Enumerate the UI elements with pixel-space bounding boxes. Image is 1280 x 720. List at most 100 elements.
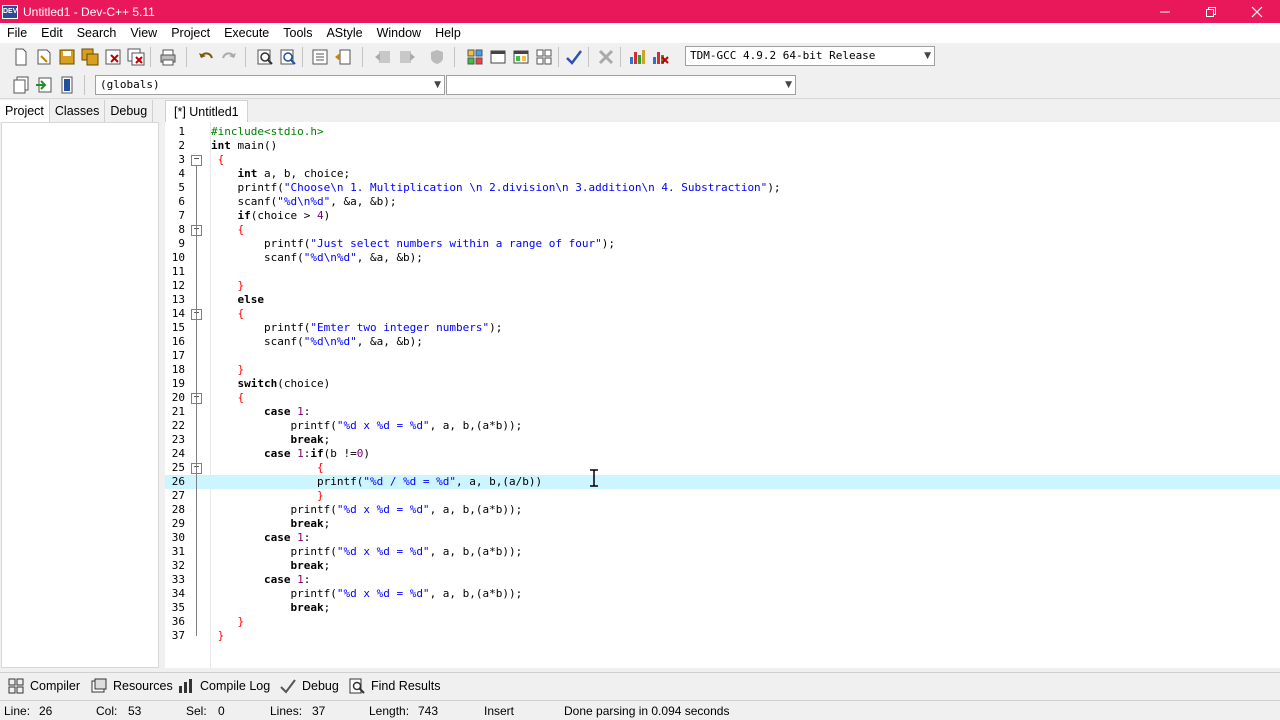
tab-project[interactable]: Project xyxy=(0,100,50,122)
code-line[interactable]: 36 } xyxy=(165,615,1280,629)
scope-select[interactable]: (globals) ▼ xyxy=(95,75,445,95)
code-line[interactable]: 3− { xyxy=(165,153,1280,167)
code-line[interactable]: 26 printf("%d / %d = %d", a, b,(a/b)) xyxy=(165,475,1280,489)
code-line[interactable]: 16 scanf("%d\n%d", &a, &b); xyxy=(165,335,1280,349)
close-button[interactable] xyxy=(1234,0,1280,23)
restore-button[interactable] xyxy=(1188,0,1234,23)
code-line[interactable]: 18 } xyxy=(165,363,1280,377)
code-line[interactable]: 25− { xyxy=(165,461,1280,475)
profile-button[interactable] xyxy=(627,47,647,67)
tab-find-results[interactable]: Find Results xyxy=(349,676,440,696)
line-number: 10 xyxy=(171,251,185,264)
code-line[interactable]: 23 break; xyxy=(165,433,1280,447)
close-all-button[interactable] xyxy=(126,47,146,67)
code-line[interactable]: 6 scanf("%d\n%d", &a, &b); xyxy=(165,195,1280,209)
open-file-button[interactable] xyxy=(34,47,54,67)
insert-button[interactable] xyxy=(11,75,31,95)
code-line[interactable]: 14− { xyxy=(165,307,1280,321)
code-line[interactable]: 19 switch(choice) xyxy=(165,377,1280,391)
code-line[interactable]: 29 break; xyxy=(165,517,1280,531)
code-text: break; xyxy=(290,517,331,530)
fold-toggle-icon[interactable]: − xyxy=(191,155,202,166)
code-line[interactable]: 32 break; xyxy=(165,559,1280,573)
code-line[interactable]: 30 case 1: xyxy=(165,531,1280,545)
print-button[interactable] xyxy=(158,47,178,67)
menu-tools[interactable]: Tools xyxy=(276,26,319,40)
close-file-button[interactable] xyxy=(103,47,123,67)
code-line[interactable]: 1 #include<stdio.h> xyxy=(165,125,1280,139)
rebuild-grid-icon xyxy=(536,49,552,65)
line-number: 28 xyxy=(171,503,185,516)
code-line[interactable]: 33 case 1: xyxy=(165,573,1280,587)
compile-run-button[interactable] xyxy=(511,47,531,67)
code-line[interactable]: 9 printf("Just select numbers within a r… xyxy=(165,237,1280,251)
stop-execution-button[interactable] xyxy=(596,47,616,67)
symbol-select[interactable]: ▼ xyxy=(446,75,796,95)
minimize-button[interactable] xyxy=(1142,0,1188,23)
save-button[interactable] xyxy=(57,47,77,67)
line-number: 33 xyxy=(171,573,185,586)
goto-line-button[interactable] xyxy=(34,75,54,95)
undo-button[interactable] xyxy=(196,47,216,67)
code-line[interactable]: 31 printf("%d x %d = %d", a, b,(a*b)); xyxy=(165,545,1280,559)
code-line[interactable]: 8− { xyxy=(165,223,1280,237)
code-line[interactable]: 11 xyxy=(165,265,1280,279)
rebuild-all-button[interactable] xyxy=(534,47,554,67)
menu-help[interactable]: Help xyxy=(428,26,468,40)
code-line[interactable]: 34 printf("%d x %d = %d", a, b,(a*b)); xyxy=(165,587,1280,601)
code-line[interactable]: 10 scanf("%d\n%d", &a, &b); xyxy=(165,251,1280,265)
replace-button[interactable] xyxy=(278,47,298,67)
tab-debug[interactable]: Debug xyxy=(105,100,154,122)
code-line[interactable]: 7 if(choice > 4) xyxy=(165,209,1280,223)
compiler-select[interactable]: TDM-GCC 4.9.2 64-bit Release ▼ xyxy=(685,46,935,66)
tab-resources[interactable]: Resources xyxy=(91,676,173,696)
tab-untitled1[interactable]: [*] Untitled1 xyxy=(165,100,248,122)
menu-execute[interactable]: Execute xyxy=(217,26,276,40)
devcpp-app-icon[interactable]: DEV xyxy=(2,4,18,19)
find-button[interactable] xyxy=(255,47,275,67)
syntax-check-button[interactable] xyxy=(564,47,584,67)
toggle-breakpoint-button[interactable] xyxy=(57,75,77,95)
menu-file[interactable]: File xyxy=(0,26,34,40)
tab-compile-log[interactable]: Compile Log xyxy=(178,676,270,696)
unindent-button[interactable] xyxy=(333,47,353,67)
code-line[interactable]: 5 printf("Choose\n 1. Multiplication \n … xyxy=(165,181,1280,195)
code-line[interactable]: 22 printf("%d x %d = %d", a, b,(a*b)); xyxy=(165,419,1280,433)
delete-profile-button[interactable] xyxy=(650,47,670,67)
code-line[interactable]: 13 else xyxy=(165,293,1280,307)
code-line[interactable]: 12 } xyxy=(165,279,1280,293)
code-text: printf("%d x %d = %d", a, b,(a*b)); xyxy=(211,503,523,516)
menu-view[interactable]: View xyxy=(123,26,164,40)
code-text: } xyxy=(237,363,245,376)
run-button[interactable] xyxy=(488,47,508,67)
code-line[interactable]: 37 } xyxy=(165,629,1280,643)
code-line[interactable]: 28 printf("%d x %d = %d", a, b,(a*b)); xyxy=(165,503,1280,517)
save-all-button[interactable] xyxy=(80,47,100,67)
code-editor[interactable]: 1 #include<stdio.h> 2 int main() 3− {4 int a… xyxy=(165,122,1280,668)
code-line[interactable]: 27 } xyxy=(165,489,1280,503)
redo-button[interactable] xyxy=(219,47,239,67)
code-line[interactable]: 4 int a, b, choice; xyxy=(165,167,1280,181)
code-line[interactable]: 21 case 1: xyxy=(165,405,1280,419)
code-line[interactable]: 35 break; xyxy=(165,601,1280,615)
project-tree[interactable] xyxy=(1,122,159,668)
toggle-bookmark-button[interactable] xyxy=(397,47,417,67)
code-line[interactable]: 24 case 1:if(b !=0) xyxy=(165,447,1280,461)
tab-compiler[interactable]: Compiler xyxy=(8,676,80,696)
tab-debug-output[interactable]: Debug xyxy=(280,676,339,696)
code-line[interactable]: 17 xyxy=(165,349,1280,363)
toggle-comment-button[interactable] xyxy=(427,47,447,67)
goto-bookmark-button[interactable] xyxy=(373,47,393,67)
tab-classes[interactable]: Classes xyxy=(50,100,106,122)
indent-button[interactable] xyxy=(310,47,330,67)
code-line[interactable]: 2 int main() xyxy=(165,139,1280,153)
menu-project[interactable]: Project xyxy=(164,26,217,40)
menu-search[interactable]: Search xyxy=(70,26,124,40)
menu-window[interactable]: Window xyxy=(370,26,428,40)
code-line[interactable]: 20− { xyxy=(165,391,1280,405)
menu-edit[interactable]: Edit xyxy=(34,26,70,40)
menu-astyle[interactable]: AStyle xyxy=(319,26,369,40)
code-line[interactable]: 15 printf("Emter two integer numbers"); xyxy=(165,321,1280,335)
compile-button[interactable] xyxy=(465,47,485,67)
new-file-button[interactable] xyxy=(11,47,31,67)
